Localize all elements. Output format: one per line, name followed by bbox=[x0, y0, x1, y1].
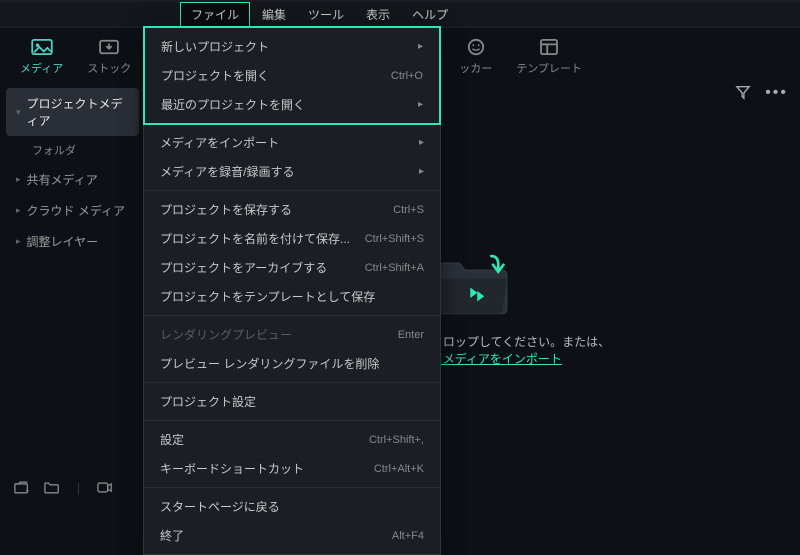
sidebar-item-cloud-media[interactable]: ▸ クラウド メディア bbox=[6, 195, 139, 226]
menu-item[interactable]: メディアを録音/録画する ▸ bbox=[144, 157, 440, 186]
menu-item-label: 設定 bbox=[160, 431, 184, 448]
menu-item: レンダリングプレビュー Enter bbox=[144, 320, 440, 349]
tab-media[interactable]: メディア bbox=[20, 38, 63, 76]
menu-item-shortcut: Ctrl+Shift+, bbox=[369, 434, 424, 446]
record-icon[interactable] bbox=[97, 481, 113, 497]
svg-text:+: + bbox=[26, 487, 30, 494]
menu-item-shortcut: Ctrl+O bbox=[391, 70, 423, 82]
menu-item[interactable]: メディアをインポート ▸ bbox=[144, 128, 440, 157]
chevron-down-icon: ▾ bbox=[16, 107, 21, 118]
tab-label: ッカー bbox=[459, 60, 492, 76]
folder-icon[interactable] bbox=[44, 481, 60, 497]
tab-label: メディア bbox=[20, 60, 63, 76]
filter-icon[interactable] bbox=[735, 84, 751, 105]
menu-item-label: メディアを録音/録画する bbox=[160, 163, 295, 180]
file-menu-dropdown: 新しいプロジェクト▸プロジェクトを開くCtrl+O最近のプロジェクトを開く▸メデ… bbox=[143, 26, 441, 555]
chevron-right-icon: ▸ bbox=[16, 174, 21, 185]
menu-item-shortcut: Ctrl+Alt+K bbox=[374, 463, 424, 475]
more-icon[interactable]: ••• bbox=[765, 84, 788, 105]
menu-tools[interactable]: ツール bbox=[298, 3, 354, 26]
template-icon bbox=[538, 38, 560, 56]
menu-item[interactable]: 終了 Alt+F4 bbox=[144, 521, 440, 550]
menu-help[interactable]: ヘルプ bbox=[402, 3, 458, 26]
chevron-right-icon: ▸ bbox=[418, 99, 423, 110]
sidebar-item-folder[interactable]: フォルダ bbox=[6, 136, 139, 164]
menu-item-label: キーボードショートカット bbox=[160, 460, 304, 477]
image-icon bbox=[31, 38, 53, 56]
menu-item[interactable]: プロジェクトを開く Ctrl+O bbox=[145, 61, 439, 90]
sticker-icon bbox=[465, 38, 487, 56]
menu-item-shortcut: Ctrl+S bbox=[393, 204, 424, 216]
menu-item[interactable]: 設定 Ctrl+Shift+, bbox=[144, 425, 440, 454]
menu-view[interactable]: 表示 bbox=[356, 3, 400, 26]
menu-item-shortcut: Ctrl+Shift+A bbox=[365, 262, 424, 274]
menu-item[interactable]: キーボードショートカット Ctrl+Alt+K bbox=[144, 454, 440, 483]
menu-item-label: プロジェクト設定 bbox=[160, 393, 256, 410]
menu-item-shortcut: Ctrl+Shift+S bbox=[365, 233, 424, 245]
sidebar-item-label: クラウド メディア bbox=[27, 202, 126, 219]
menu-file[interactable]: ファイル bbox=[180, 2, 250, 27]
sidebar: ▾ プロジェクトメディア フォルダ ▸ 共有メディア ▸ クラウド メディア ▸… bbox=[0, 84, 145, 501]
sidebar-item-label: 共有メディア bbox=[27, 171, 98, 188]
menu-item-label: 最近のプロジェクトを開く bbox=[161, 96, 305, 113]
chevron-right-icon: ▸ bbox=[16, 205, 21, 216]
tab-label: ストック bbox=[87, 60, 131, 76]
menu-edit[interactable]: 編集 bbox=[252, 3, 296, 26]
menu-item[interactable]: プロジェクト設定 bbox=[144, 387, 440, 416]
menu-item[interactable]: 最近のプロジェクトを開く ▸ bbox=[145, 90, 439, 119]
menu-item[interactable]: プロジェクトをアーカイブする Ctrl+Shift+A bbox=[144, 253, 440, 282]
panel-tools: ••• bbox=[735, 84, 788, 105]
tab-sticker[interactable]: ッカー bbox=[459, 38, 492, 76]
menu-item[interactable]: プロジェクトを名前を付けて保存... Ctrl+Shift+S bbox=[144, 224, 440, 253]
sidebar-item-label: フォルダ bbox=[32, 145, 76, 157]
tab-stock[interactable]: ストック bbox=[87, 38, 131, 76]
sidebar-item-shared-media[interactable]: ▸ 共有メディア bbox=[6, 164, 139, 195]
menu-item-shortcut: Alt+F4 bbox=[392, 530, 424, 542]
menu-item-label: プロジェクトをアーカイブする bbox=[160, 259, 327, 276]
download-icon bbox=[98, 38, 120, 56]
menu-item[interactable]: プロジェクトをテンプレートとして保存 bbox=[144, 282, 440, 311]
chevron-right-icon: ▸ bbox=[419, 166, 424, 177]
sidebar-item-label: 調整レイヤー bbox=[27, 233, 99, 250]
menu-item-label: プロジェクトを開く bbox=[161, 67, 269, 84]
bottom-bar: + bbox=[14, 481, 113, 497]
chevron-right-icon: ▸ bbox=[419, 137, 424, 148]
menu-item-label: プロジェクトをテンプレートとして保存 bbox=[160, 288, 375, 305]
menu-item-label: メディアをインポート bbox=[160, 134, 279, 151]
menu-item-label: プロジェクトを保存する bbox=[160, 201, 292, 218]
sidebar-item-label: プロジェクトメディア bbox=[27, 95, 129, 129]
chevron-right-icon: ▸ bbox=[16, 236, 21, 247]
menu-item[interactable]: プロジェクトを保存する Ctrl+S bbox=[144, 195, 440, 224]
new-bin-icon[interactable]: + bbox=[14, 481, 30, 497]
menu-item-label: プロジェクトを名前を付けて保存... bbox=[160, 230, 350, 247]
menu-item-label: 終了 bbox=[160, 527, 184, 544]
menu-item[interactable]: プレビュー レンダリングファイルを削除 bbox=[144, 349, 440, 378]
menu-item[interactable]: 新しいプロジェクト ▸ bbox=[145, 32, 439, 61]
menu-item-label: プレビュー レンダリングファイルを削除 bbox=[160, 355, 379, 372]
sidebar-item-adjustment-layer[interactable]: ▸ 調整レイヤー bbox=[6, 226, 139, 257]
chevron-right-icon: ▸ bbox=[418, 41, 423, 52]
menubar: ファイル 編集 ツール 表示 ヘルプ bbox=[0, 2, 800, 26]
tab-label: テンプレート bbox=[516, 60, 582, 76]
menu-item-shortcut: Enter bbox=[398, 329, 424, 341]
menu-item-label: 新しいプロジェクト bbox=[161, 38, 269, 55]
menu-item-label: レンダリングプレビュー bbox=[160, 326, 292, 343]
tab-template[interactable]: テンプレート bbox=[516, 38, 582, 76]
sidebar-item-project-media[interactable]: ▾ プロジェクトメディア bbox=[6, 88, 139, 136]
